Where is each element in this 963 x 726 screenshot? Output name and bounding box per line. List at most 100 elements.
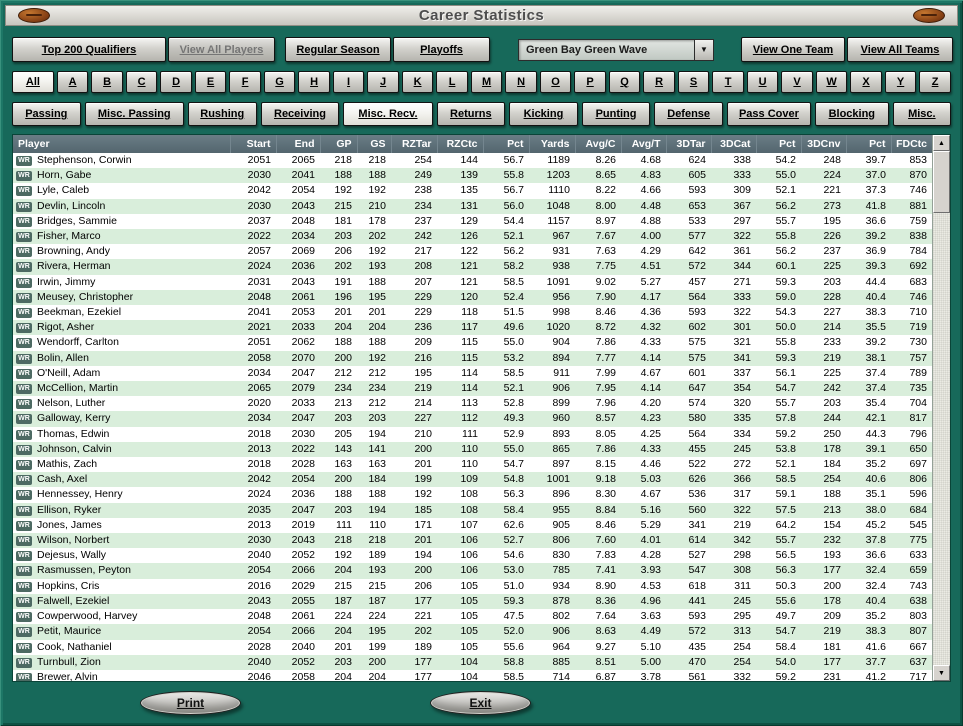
player-row[interactable]: WR Brewer, Alvin 2046 2058 204 204 177 104 58.5 7… (13, 669, 932, 681)
alphabet-button-o[interactable]: O (539, 71, 572, 93)
player-row[interactable]: WR Rasmussen, Peyton 2054 2066 204 193 200 106 5… (13, 563, 932, 579)
alphabet-button-k[interactable]: K (401, 71, 434, 93)
alphabet-button-all[interactable]: All (12, 71, 54, 93)
alphabet-button-a[interactable]: A (56, 71, 89, 93)
view-all-teams-button[interactable]: View All Teams (847, 37, 953, 62)
exit-button[interactable]: Exit (430, 691, 531, 715)
alphabet-button-i[interactable]: I (332, 71, 365, 93)
scrollbar-thumb[interactable] (933, 151, 950, 213)
alphabet-button-h[interactable]: H (298, 71, 330, 93)
column-header-yards[interactable]: Yards (528, 135, 575, 153)
tab-misc-recv[interactable]: Misc. Recv. (343, 102, 433, 126)
player-row[interactable]: WR Devlin, Lincoln 2030 2043 215 210 234 131 56.… (13, 198, 932, 214)
team-select-dropdown-button[interactable]: ▼ (694, 39, 713, 60)
alphabet-button-r[interactable]: R (643, 71, 675, 93)
column-header-start[interactable]: Start (229, 135, 276, 153)
player-row[interactable]: WR Cowperwood, Harvey 2048 2061 224 224 221 105… (13, 609, 932, 625)
alphabet-button-c[interactable]: C (125, 71, 158, 93)
column-header-avg-c[interactable]: Avg/C (574, 135, 621, 153)
tab-pass-cover[interactable]: Pass Cover (726, 102, 811, 126)
column-header-pct[interactable]: Pct (845, 135, 891, 153)
tab-punting[interactable]: Punting (581, 102, 651, 126)
player-row[interactable]: WR Galloway, Kerry 2034 2047 203 203 227 112 49.… (13, 411, 932, 427)
alphabet-button-d[interactable]: D (160, 71, 192, 93)
player-row[interactable]: WR Bridges, Sammie 2037 2048 181 178 237 129 54.… (13, 213, 932, 230)
player-row[interactable]: WR Browning, Andy 2057 2069 206 192 217 122 56.2… (13, 244, 932, 260)
alphabet-button-t[interactable]: T (712, 71, 744, 93)
alphabet-button-p[interactable]: P (574, 71, 606, 93)
player-row[interactable]: WR Nelson, Luther 2020 2033 213 212 214 113 52.8… (13, 396, 932, 412)
alphabet-button-u[interactable]: U (746, 71, 779, 93)
player-row[interactable]: WR Thomas, Edwin 2018 2030 205 194 210 111 52.9 8… (13, 426, 932, 442)
player-row[interactable]: WR Cook, Nathaniel 2028 2040 201 199 189 105 55.… (13, 639, 932, 655)
player-row[interactable]: WR Lyle, Caleb 2042 2054 192 192 238 135 56.7 111… (13, 183, 932, 199)
player-row[interactable]: WR Meusey, Christopher 2048 2061 196 195 229 12… (13, 289, 932, 306)
alphabet-button-j[interactable]: J (367, 71, 399, 93)
alphabet-button-f[interactable]: F (229, 71, 261, 93)
column-header-pct[interactable]: Pct (482, 135, 529, 153)
player-row[interactable]: WR Stephenson, Corwin 2051 2065 218 218 254 144… (13, 153, 932, 169)
player-row[interactable]: WR Ellison, Ryker 2035 2047 203 194 185 108 58.4… (13, 502, 932, 518)
alphabet-button-w[interactable]: W (815, 71, 848, 93)
column-header-gs[interactable]: GS (356, 135, 391, 153)
player-row[interactable]: WR Petit, Maurice 2054 2066 204 195 202 105 52.0… (13, 624, 932, 640)
player-row[interactable]: WR Mathis, Zach 2018 2028 163 163 201 110 54.7 89… (13, 457, 932, 473)
alphabet-button-y[interactable]: Y (884, 71, 917, 93)
alphabet-button-n[interactable]: N (505, 71, 537, 93)
column-header-avg-t[interactable]: Avg/T (620, 135, 666, 153)
player-row[interactable]: WR Beekman, Ezekiel 2041 2053 201 201 229 118 51… (13, 305, 932, 321)
player-row[interactable]: WR O'Neill, Adam 2034 2047 212 212 195 114 58.5 9… (13, 365, 932, 382)
scroll-up-button[interactable]: ▲ (933, 135, 950, 151)
column-header-gp[interactable]: GP (319, 135, 357, 153)
regular-season-button[interactable]: Regular Season (285, 37, 391, 62)
alphabet-button-x[interactable]: X (850, 71, 882, 93)
player-row[interactable]: WR Hennessey, Henry 2024 2036 188 188 192 108 56… (13, 487, 932, 503)
view-all-players-button[interactable]: View All Players (168, 37, 275, 62)
top-200-qualifiers-button[interactable]: Top 200 Qualifiers (12, 37, 166, 62)
print-button[interactable]: Print (140, 691, 241, 715)
tab-defense[interactable]: Defense (654, 102, 723, 126)
alphabet-button-q[interactable]: Q (608, 71, 641, 93)
player-row[interactable]: WR Bolin, Allen 2058 2070 200 192 216 115 53.2 89… (13, 350, 932, 366)
player-row[interactable]: WR Turnbull, Zion 2040 2052 203 200 177 104 58.8… (13, 654, 932, 670)
player-row[interactable]: WR Hopkins, Cris 2016 2029 215 215 206 105 51.0 9… (13, 578, 932, 594)
vertical-scrollbar[interactable]: ▲ ▼ (932, 135, 950, 681)
column-header-fdctc[interactable]: FDCtc (890, 135, 932, 153)
player-row[interactable]: WR Wilson, Norbert 2030 2043 218 218 201 106 52.… (13, 533, 932, 549)
column-header-3dcat[interactable]: 3DCat (710, 135, 756, 153)
column-header-pct[interactable]: Pct (755, 135, 801, 153)
column-header-3dtar[interactable]: 3DTar (665, 135, 711, 153)
tab-kicking[interactable]: Kicking (509, 102, 578, 126)
column-header-player[interactable]: Player (13, 135, 230, 153)
player-row[interactable]: WR Dejesus, Wally 2040 2052 192 189 194 106 54.6… (13, 548, 932, 564)
column-header-rzctc[interactable]: RZCtc (436, 135, 483, 153)
player-row[interactable]: WR Cash, Axel 2042 2054 200 184 199 109 54.8 1001… (13, 472, 932, 488)
player-row[interactable]: WR Irwin, Jimmy 2031 2043 191 188 207 121 58.5 10… (13, 274, 932, 290)
player-row[interactable]: WR Johnson, Calvin 2013 2022 143 141 200 110 55.… (13, 441, 932, 458)
player-row[interactable]: WR Fisher, Marco 2022 2034 203 202 242 126 52.1 9… (13, 229, 932, 245)
scroll-down-button[interactable]: ▼ (933, 665, 950, 681)
tab-misc[interactable]: Misc. (892, 102, 952, 126)
alphabet-button-m[interactable]: M (470, 71, 503, 93)
alphabet-button-b[interactable]: B (91, 71, 123, 93)
player-row[interactable]: WR Wendorff, Carlton 2051 2062 188 188 209 115 5… (13, 335, 932, 351)
alphabet-button-g[interactable]: G (263, 71, 296, 93)
alphabet-button-v[interactable]: V (781, 71, 813, 93)
column-header-end[interactable]: End (275, 135, 320, 153)
player-row[interactable]: WR Jones, James 2013 2019 111 110 171 107 62.6 90… (13, 517, 932, 534)
view-one-team-button[interactable]: View One Team (741, 37, 845, 62)
tab-passing[interactable]: Passing (12, 102, 81, 126)
player-row[interactable]: WR Rigot, Asher 2021 2033 204 204 236 117 49.6 10… (13, 320, 932, 336)
playoffs-button[interactable]: Playoffs (393, 37, 490, 62)
player-row[interactable]: WR Falwell, Ezekiel 2043 2055 187 187 177 105 59… (13, 593, 932, 610)
player-row[interactable]: WR McCellion, Martin 2065 2079 234 234 219 114 5… (13, 381, 932, 397)
tab-rushing[interactable]: Rushing (187, 102, 257, 126)
alphabet-button-z[interactable]: Z (919, 71, 951, 93)
tab-receiving[interactable]: Receiving (260, 102, 340, 126)
tab-blocking[interactable]: Blocking (814, 102, 889, 126)
alphabet-button-e[interactable]: E (194, 71, 227, 93)
alphabet-button-l[interactable]: L (436, 71, 468, 93)
column-header-3dcnv[interactable]: 3DCnv (800, 135, 846, 153)
team-select[interactable]: Green Bay Green Wave ▼ (518, 38, 714, 61)
player-row[interactable]: WR Horn, Gabe 2030 2041 188 188 249 139 55.8 1203… (13, 168, 932, 184)
